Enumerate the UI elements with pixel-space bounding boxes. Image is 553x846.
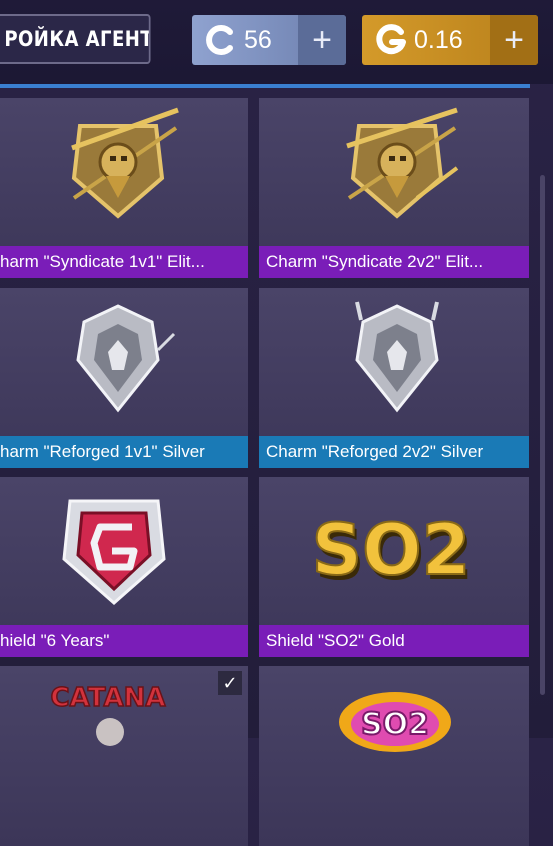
header-accent-line [0, 84, 530, 88]
reforged-charm-icon [259, 288, 529, 436]
syndicate-charm-icon [259, 98, 529, 246]
selected-check-icon[interactable]: ✓ [218, 671, 242, 695]
agent-settings-button[interactable]: РОЙКА АГЕНТА [0, 14, 151, 64]
gold-currency: 0.16 + [362, 15, 538, 65]
item-label: Charm "Syndicate 2v2" Elit... [259, 246, 529, 278]
so2-pink-sticker-icon: SO2 [259, 666, 529, 814]
so2-text: SO2 [312, 509, 471, 591]
item-card[interactable]: CATANA [0, 666, 248, 846]
item-label: harm "Reforged 1v1" Silver [0, 436, 248, 468]
item-card[interactable]: harm "Reforged 1v1" Silver [0, 288, 248, 468]
item-card[interactable]: Charm "Reforged 2v2" Silver [259, 288, 529, 468]
gold-value: 0.16 [414, 25, 463, 54]
syndicate-charm-icon [0, 98, 248, 246]
add-credits-button[interactable]: + [298, 15, 346, 65]
item-label: hield "6 Years" [0, 625, 248, 657]
item-label: Charm "Reforged 2v2" Silver [259, 436, 529, 468]
six-years-shield-icon [0, 477, 248, 625]
so2-pink-text: SO2 [361, 707, 429, 742]
c-coin-icon [204, 23, 238, 57]
item-card[interactable]: hield "6 Years" [0, 477, 248, 657]
item-label: Shield "SO2" Gold [259, 625, 529, 657]
so2-gold-shield-icon: SO2 SO2 [259, 477, 529, 625]
item-card[interactable]: SO2 [259, 666, 529, 846]
credits-value: 56 [244, 25, 272, 54]
g-coin-icon [374, 23, 408, 57]
item-card[interactable]: Charm "Syndicate 2v2" Elit... [259, 98, 529, 278]
item-card[interactable]: harm "Syndicate 1v1" Elit... [0, 98, 248, 278]
agent-settings-label: РОЙКА АГЕНТА [4, 27, 148, 51]
top-bar: РОЙКА АГЕНТА 56 + 0.16 + [0, 0, 553, 84]
credits-currency: 56 + [192, 15, 346, 65]
item-card[interactable]: SO2 SO2 Shield "SO2" Gold [259, 477, 529, 657]
catana-text: CATANA [51, 683, 166, 713]
add-gold-button[interactable]: + [490, 15, 538, 65]
catana-sticker-icon: CATANA [0, 666, 248, 814]
item-label: harm "Syndicate 1v1" Elit... [0, 246, 248, 278]
scrollbar[interactable] [540, 175, 545, 695]
reforged-charm-icon [0, 288, 248, 436]
